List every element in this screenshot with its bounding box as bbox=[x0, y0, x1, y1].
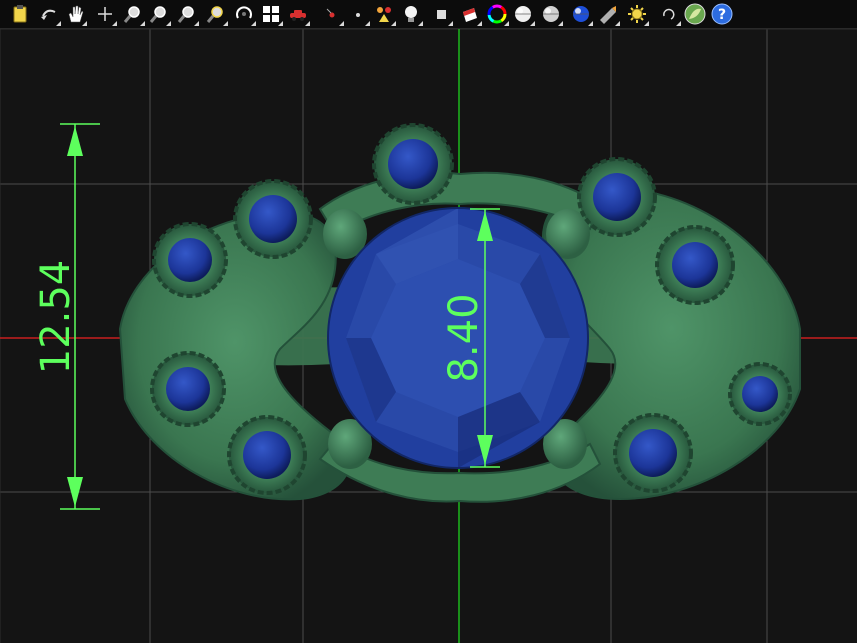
dropdown-indicator-icon bbox=[644, 21, 649, 26]
clipboard-icon bbox=[11, 4, 29, 24]
orbit-button[interactable] bbox=[232, 2, 256, 26]
dropdown-indicator-icon bbox=[504, 21, 509, 26]
3d-viewport[interactable]: 12.54 8.40 bbox=[0, 29, 857, 643]
dropdown-indicator-icon bbox=[82, 21, 87, 26]
dropdown-indicator-icon bbox=[56, 21, 61, 26]
paint-bucket-button[interactable] bbox=[458, 2, 482, 26]
dot-button[interactable] bbox=[346, 2, 370, 26]
pan-hand-button[interactable] bbox=[63, 2, 87, 26]
dropdown-indicator-icon bbox=[365, 21, 370, 26]
white-sphere-button[interactable] bbox=[511, 2, 535, 26]
render-leaf-icon bbox=[684, 3, 706, 25]
dropdown-indicator-icon bbox=[251, 21, 256, 26]
dropdown-indicator-icon bbox=[588, 21, 593, 26]
dropdown-indicator-icon bbox=[558, 21, 563, 26]
color-wheel-button[interactable] bbox=[485, 2, 509, 26]
dropdown-indicator-icon bbox=[305, 21, 310, 26]
svg-text:?: ? bbox=[718, 7, 726, 23]
dropdown-indicator-icon bbox=[530, 21, 535, 26]
dropdown-indicator-icon bbox=[223, 21, 228, 26]
dimension-ring-width[interactable]: 12.54 bbox=[33, 123, 100, 510]
help-icon: ? bbox=[711, 3, 733, 25]
dropdown-indicator-icon bbox=[194, 21, 199, 26]
settings-sun-button[interactable] bbox=[625, 2, 649, 26]
zoom-in-button[interactable] bbox=[121, 2, 145, 26]
dimension-value-ring-width: 12.54 bbox=[33, 260, 79, 375]
dropdown-indicator-icon bbox=[477, 21, 482, 26]
zoom-out-button[interactable] bbox=[147, 2, 171, 26]
dimension-value-stone-diameter: 8.40 bbox=[441, 293, 487, 382]
dropdown-indicator-icon bbox=[391, 21, 396, 26]
clipboard-button[interactable] bbox=[8, 2, 32, 26]
viewport-canvas[interactable]: 12.54 8.40 bbox=[0, 29, 857, 643]
chrome-sphere-button[interactable] bbox=[539, 2, 563, 26]
dropdown-indicator-icon bbox=[166, 21, 171, 26]
render-leaf-button[interactable] bbox=[683, 2, 707, 26]
rotate-view-button[interactable] bbox=[657, 2, 681, 26]
metal-cone-button[interactable] bbox=[596, 2, 620, 26]
point-button[interactable] bbox=[320, 2, 344, 26]
dropdown-indicator-icon bbox=[418, 21, 423, 26]
zoom-selected-button[interactable] bbox=[204, 2, 228, 26]
dropdown-indicator-icon bbox=[339, 21, 344, 26]
dropdown-indicator-icon bbox=[112, 21, 117, 26]
shaded-box-button[interactable] bbox=[429, 2, 453, 26]
dropdown-indicator-icon bbox=[140, 21, 145, 26]
move-cross-button[interactable] bbox=[93, 2, 117, 26]
undo-arrow-button[interactable] bbox=[37, 2, 61, 26]
snap-shapes-button[interactable] bbox=[372, 2, 396, 26]
help-button[interactable]: ? bbox=[710, 2, 734, 26]
dropdown-indicator-icon bbox=[615, 21, 620, 26]
four-viewports-button[interactable] bbox=[259, 2, 283, 26]
dropdown-indicator-icon bbox=[676, 21, 681, 26]
main-toolbar: ? bbox=[0, 0, 857, 29]
car-walk-button[interactable] bbox=[286, 2, 310, 26]
cad-application: ? 12.54 8.40 bbox=[0, 0, 857, 643]
blue-sphere-button[interactable] bbox=[569, 2, 593, 26]
zoom-extents-button[interactable] bbox=[175, 2, 199, 26]
dropdown-indicator-icon bbox=[278, 21, 283, 26]
dropdown-indicator-icon bbox=[448, 21, 453, 26]
lightbulb-button[interactable] bbox=[399, 2, 423, 26]
